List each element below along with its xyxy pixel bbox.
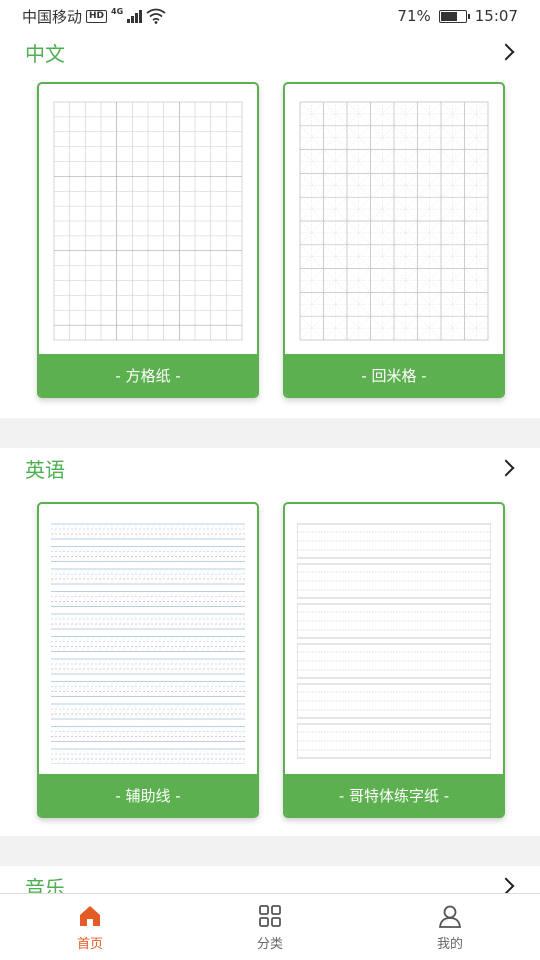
card-caption: - 辅助线 - bbox=[39, 774, 257, 816]
tab-category[interactable]: 分类 bbox=[180, 894, 360, 960]
carrier-name: 中国移动 bbox=[22, 7, 83, 26]
status-right: 71% 15:07 bbox=[397, 7, 518, 25]
guide-lines-paper-preview bbox=[51, 523, 245, 764]
battery-fill bbox=[440, 11, 458, 21]
tab-mine[interactable]: 我的 bbox=[360, 894, 540, 960]
card-caption: - 哥特体练字纸 - bbox=[285, 774, 503, 816]
signal-icon bbox=[127, 9, 143, 23]
section-english: 英语 - 辅助线 - - 哥特体练字纸 - bbox=[0, 448, 540, 836]
square-grid-paper-preview bbox=[53, 101, 243, 341]
section-title: 英语 bbox=[25, 457, 65, 482]
network-type: 4G bbox=[111, 6, 124, 16]
tab-label: 我的 bbox=[436, 936, 463, 952]
chevron-right-icon[interactable] bbox=[497, 459, 515, 477]
clock: 15:07 bbox=[474, 7, 518, 25]
section-title: 中文 bbox=[25, 41, 65, 66]
battery-percent: 71% bbox=[397, 7, 431, 25]
hd-badge: HD bbox=[86, 9, 108, 23]
status-left: 中国移动 HD 4G bbox=[22, 6, 166, 27]
card-square-grid-paper[interactable]: - 方格纸 - bbox=[37, 82, 259, 398]
bottom-tab-bar: 首页 分类 我的 bbox=[0, 893, 540, 960]
tab-label: 分类 bbox=[256, 936, 283, 952]
section-header[interactable]: 英语 bbox=[25, 448, 515, 488]
chevron-right-icon[interactable] bbox=[497, 43, 515, 61]
battery-icon bbox=[438, 9, 470, 23]
status-bar: 中国移动 HD 4G 71% 15:07 bbox=[0, 0, 540, 32]
grid-icon bbox=[259, 904, 281, 927]
home-icon bbox=[80, 905, 100, 926]
tab-label: 首页 bbox=[76, 936, 103, 952]
chevron-right-icon[interactable] bbox=[497, 877, 515, 895]
card-gothic-practice-paper[interactable]: - 哥特体练字纸 - bbox=[283, 502, 505, 818]
tab-home[interactable]: 首页 bbox=[0, 894, 180, 960]
card-caption: - 回米格 - bbox=[285, 354, 503, 396]
section-header[interactable]: 中文 bbox=[25, 32, 515, 72]
wifi-icon bbox=[146, 8, 166, 24]
user-icon bbox=[438, 905, 462, 928]
card-hui-mi-grid-paper[interactable]: - 回米格 - bbox=[283, 82, 505, 398]
section-chinese: 中文 - 方格纸 - - 回米格 - bbox=[0, 32, 540, 418]
hui-mi-grid-paper-preview bbox=[299, 101, 489, 341]
card-guide-lines-paper[interactable]: - 辅助线 - bbox=[37, 502, 259, 818]
card-caption: - 方格纸 - bbox=[39, 354, 257, 396]
gothic-practice-paper-preview bbox=[297, 523, 491, 759]
